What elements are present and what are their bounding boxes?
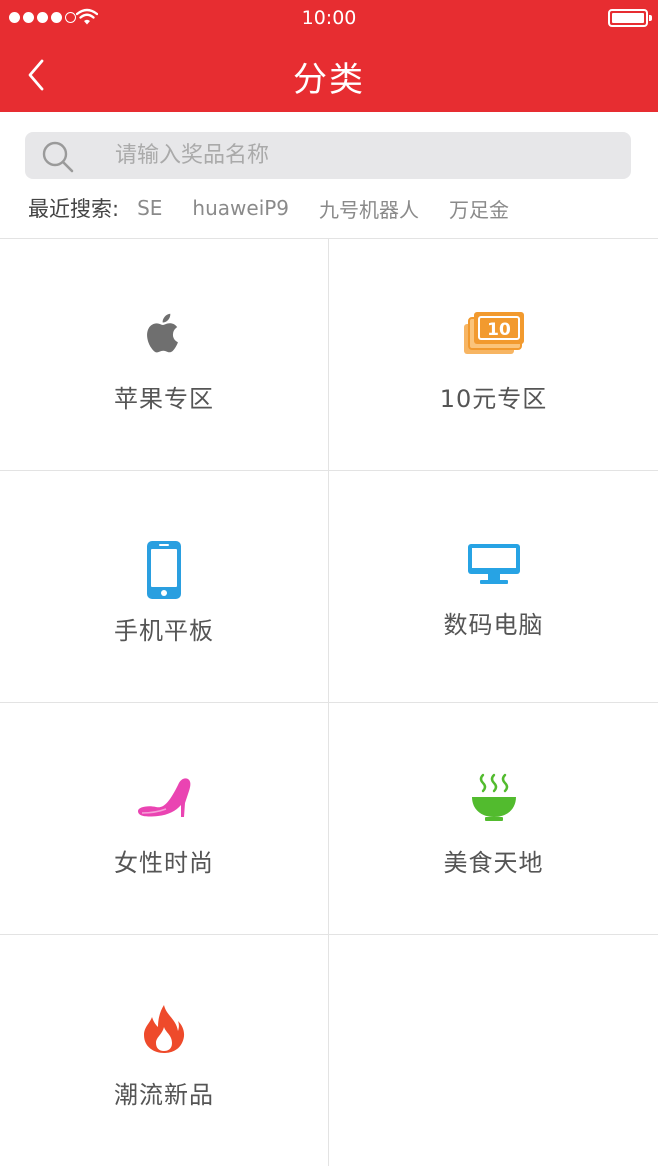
category-trending-new[interactable]: 潮流新品 — [0, 935, 329, 1166]
cash-icon: 10 — [463, 312, 524, 354]
phone-icon — [147, 541, 181, 599]
recent-searches: 最近搜索: SE huaweiP9 九号机器人 万足金 — [28, 193, 539, 223]
page-title: 分类 — [293, 60, 365, 100]
monitor-icon — [467, 544, 520, 584]
category-apple[interactable]: 苹果专区 — [0, 239, 329, 470]
flame-icon — [144, 1005, 185, 1053]
category-label: 潮流新品 — [114, 1081, 214, 1109]
category-digital-computer[interactable]: 数码电脑 — [329, 471, 658, 702]
recent-searches-label: 最近搜索: — [28, 197, 120, 221]
category-label: 苹果专区 — [114, 385, 214, 413]
high-heel-icon — [138, 778, 191, 817]
category-grid: 苹果专区 10 10元专区 手机平板 数码电脑 女性时尚 美食天地 潮流新品 — [0, 238, 658, 1166]
category-label: 美食天地 — [443, 849, 544, 877]
battery-icon — [608, 9, 652, 27]
recent-tag[interactable]: huaweiP9 — [192, 196, 289, 220]
category-label: 数码电脑 — [443, 611, 544, 639]
recent-tag[interactable]: 九号机器人 — [319, 194, 419, 223]
recent-tag[interactable]: SE — [137, 196, 162, 220]
soup-bowl-icon — [471, 773, 516, 821]
category-label: 10元专区 — [439, 385, 548, 413]
search-input[interactable] — [115, 132, 615, 179]
recent-tag[interactable]: 万足金 — [449, 194, 509, 223]
category-phone-tablet[interactable]: 手机平板 — [0, 471, 329, 702]
category-food[interactable]: 美食天地 — [329, 703, 658, 934]
search-bar[interactable] — [25, 132, 631, 179]
top-bar: 10:00 分类 — [0, 0, 658, 112]
search-icon — [42, 141, 74, 173]
empty-cell — [329, 935, 658, 1166]
category-label: 女性时尚 — [114, 849, 214, 877]
category-10-yuan[interactable]: 10 10元专区 — [329, 239, 658, 470]
category-label: 手机平板 — [114, 617, 214, 645]
category-women-fashion[interactable]: 女性时尚 — [0, 703, 329, 934]
svg-text:10: 10 — [487, 320, 511, 340]
apple-icon — [147, 313, 178, 353]
status-bar: 10:00 — [0, 0, 658, 36]
status-time: 10:00 — [301, 7, 357, 29]
